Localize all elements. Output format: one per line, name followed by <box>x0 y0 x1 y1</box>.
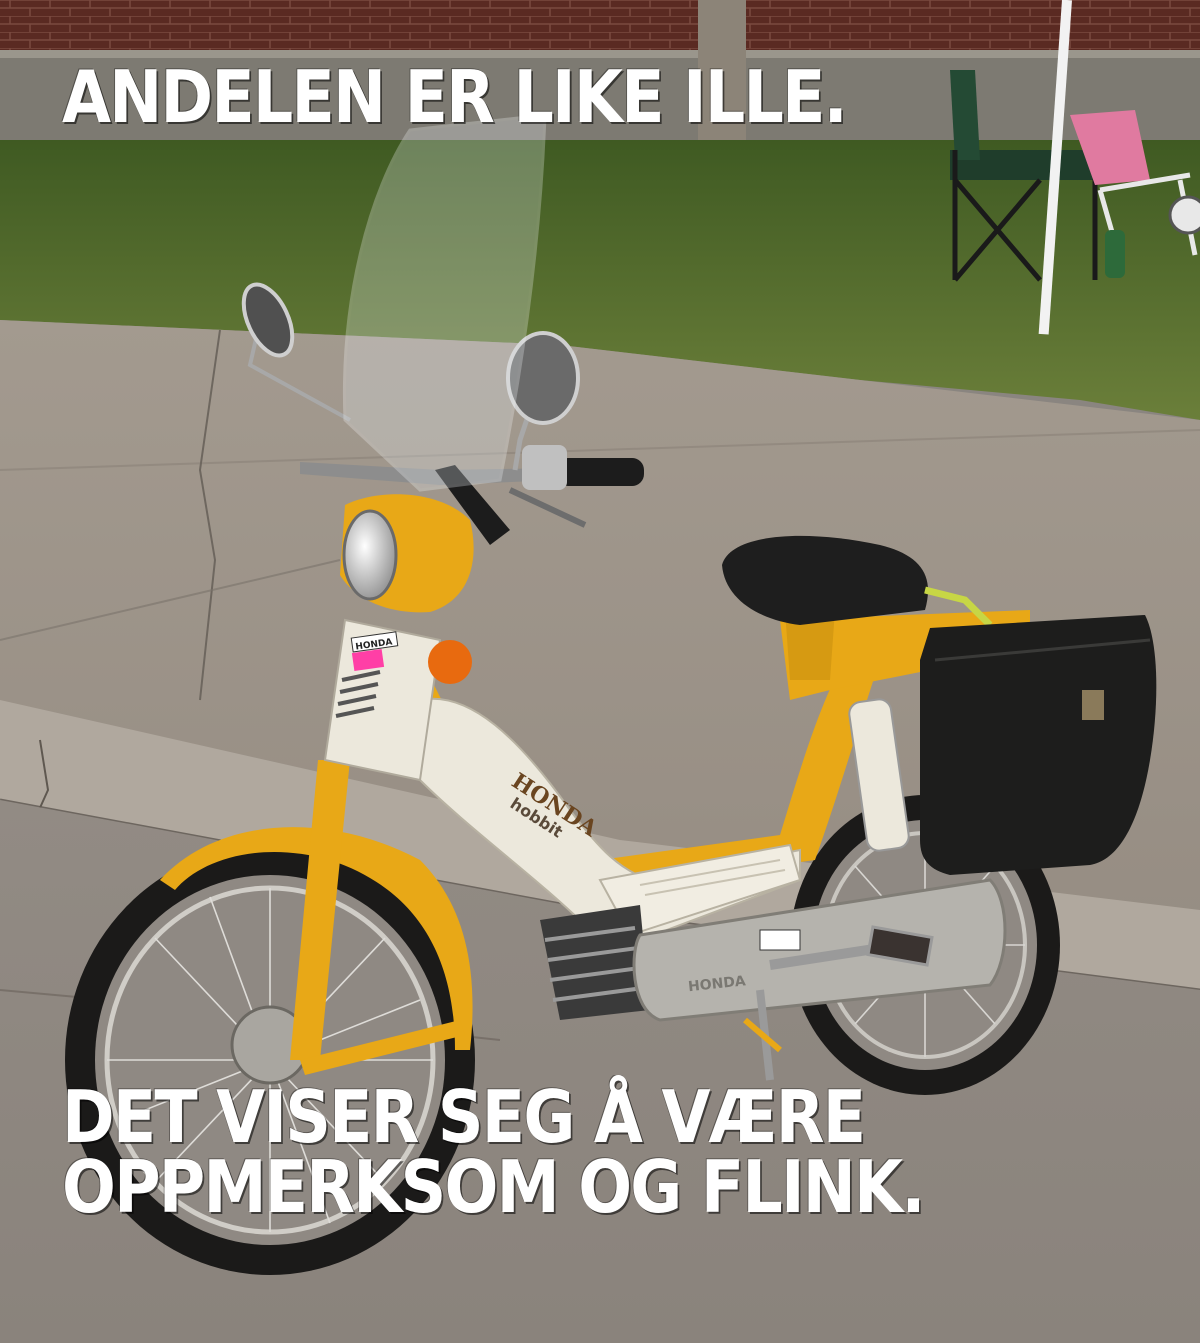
meme-top-caption: ANDELEN ER LIKE ILLE. <box>62 55 848 139</box>
right-grip <box>556 458 644 486</box>
turn-signal <box>428 640 472 684</box>
saddlebag-latch <box>1082 690 1104 720</box>
saddlebag <box>920 615 1157 875</box>
headlight <box>342 509 398 601</box>
meme-bottom-caption-line-2: OPPMERKSOM OG FLINK. <box>62 1145 925 1229</box>
meme-bottom-caption: DET VISER SEG Å VÆRE OPPMERKSOM OG FLINK… <box>62 1075 925 1229</box>
bottle <box>1105 230 1125 278</box>
brick-wall <box>0 0 1200 55</box>
meme-image: HONDA HONDA HONDA hobbit ANDELEN ER LIKE… <box>0 0 1200 1343</box>
meme-bottom-caption-line-1: DET VISER SEG Å VÆRE <box>62 1075 866 1159</box>
